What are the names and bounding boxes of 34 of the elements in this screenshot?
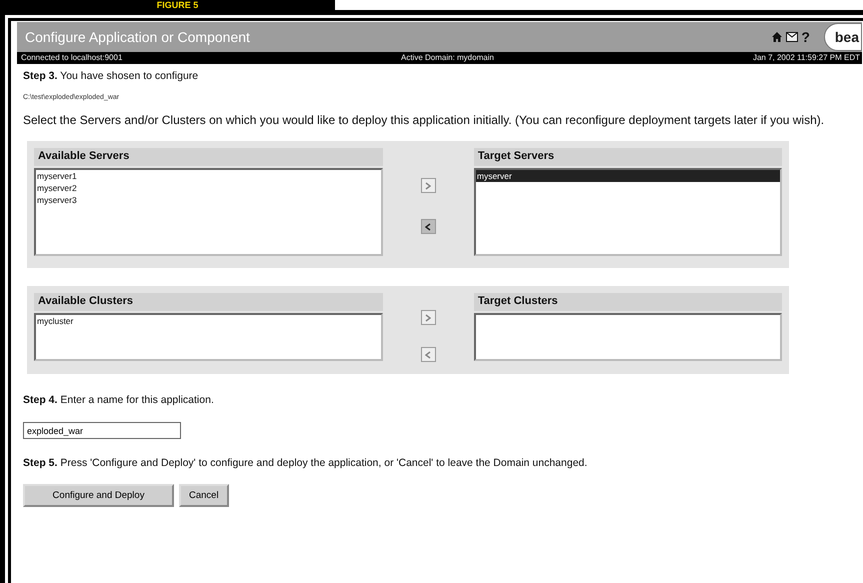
arrow-right-icon (425, 314, 432, 322)
step-text: Step 4. Enter a name for this application. (23, 394, 215, 406)
active-domain: Active Domain: mydomain (400, 52, 495, 64)
cancel-button[interactable]: Cancel (179, 484, 229, 507)
instruction-text: Select the Servers and/or Clusters on which you would like to deploy this application initially. (You can reconfigure deployment targets later if you wish). (23, 113, 826, 128)
home-icon[interactable] (771, 31, 784, 43)
list-option[interactable]: myserver3 (36, 194, 381, 206)
mail-icon[interactable] (786, 32, 798, 42)
configure-deploy-button[interactable]: Configure and Deploy (23, 484, 174, 507)
list-heading: Target Servers (474, 148, 782, 166)
list-box[interactable]: myserver1 myserver2 myserver3 (34, 168, 383, 256)
arrow-right-icon (425, 182, 432, 190)
list-option[interactable]: myserver1 (36, 170, 381, 182)
list-heading: Target Clusters (474, 293, 782, 311)
list-heading: Available Servers (34, 148, 383, 166)
timestamp: Jan 7, 2002 11:59:27 PM EDT (752, 52, 861, 64)
name-field[interactable]: exploded_war (23, 422, 181, 439)
arrow-left-icon (425, 222, 432, 230)
list-option[interactable]: mycluster (36, 315, 381, 327)
list-option[interactable]: myserver (476, 170, 780, 182)
move-button[interactable] (420, 219, 436, 234)
list-box[interactable] (474, 313, 782, 361)
window-title: Configure Application or Component (25, 29, 251, 45)
step-text: Step 5. Press 'Configure and Deploy' to configure and deploy the application, or 'Cancel' to leave the Domain unchanged. (23, 457, 588, 469)
figure-label: FIGURE 5 (0, 0, 335, 10)
connection-status: Connected to localhost:9001 (21, 52, 124, 64)
step-text: Step 3. You have shosen to configure (23, 70, 200, 82)
help-icon[interactable]: ? (801, 29, 810, 45)
logo: bea (824, 23, 862, 51)
arrow-left-icon (425, 350, 432, 358)
list-box[interactable]: mycluster (34, 313, 383, 361)
list-heading: Available Clusters (34, 293, 383, 311)
list-option[interactable]: myserver2 (36, 182, 381, 194)
list-box[interactable]: myserver (474, 168, 782, 256)
